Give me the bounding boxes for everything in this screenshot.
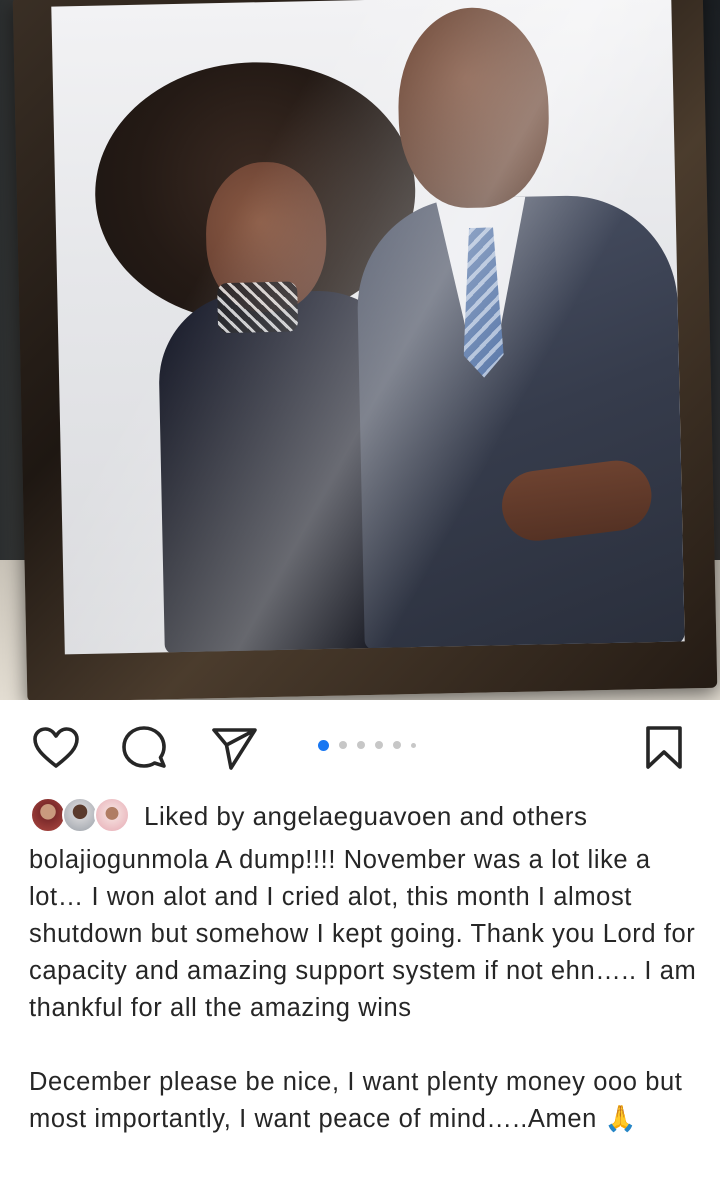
like-button[interactable] [30,722,82,774]
liker-avatars [30,797,130,835]
post-action-bar [0,700,720,790]
carousel-indicator [318,738,426,752]
avatar [94,797,130,833]
avatar [62,797,98,833]
comment-icon [122,726,166,768]
post-caption: bolajiogunmola A dump!!!! November was a… [29,842,697,1138]
carousel-dot-small [411,742,416,748]
bookmark-icon [646,726,682,769]
paper-plane-icon [212,728,257,770]
share-button[interactable] [208,722,260,774]
post-photo[interactable] [0,0,720,700]
caption-paragraph: December please be nice, I want plenty m… [29,1064,697,1138]
caption-paragraph: bolajiogunmola A dump!!!! November was a… [29,842,697,1027]
comment-button[interactable] [118,722,170,774]
likes-summary[interactable]: Liked by angelaeguavoen and others [30,796,587,836]
carousel-dot [339,741,347,749]
carousel-dot [357,741,365,749]
avatar [30,797,66,833]
framed-portrait [51,0,685,655]
caption-text: December please be nice, I want plenty m… [29,1068,683,1133]
portrait-glare [51,0,685,655]
likes-text: Liked by angelaeguavoen and others [144,800,588,831]
carousel-dot [375,741,383,749]
carousel-dot-active [318,739,329,751]
save-button[interactable] [638,722,690,774]
caption-username[interactable]: bolajiogunmola [29,846,209,874]
carousel-dot [393,741,401,749]
heart-icon [33,727,79,768]
